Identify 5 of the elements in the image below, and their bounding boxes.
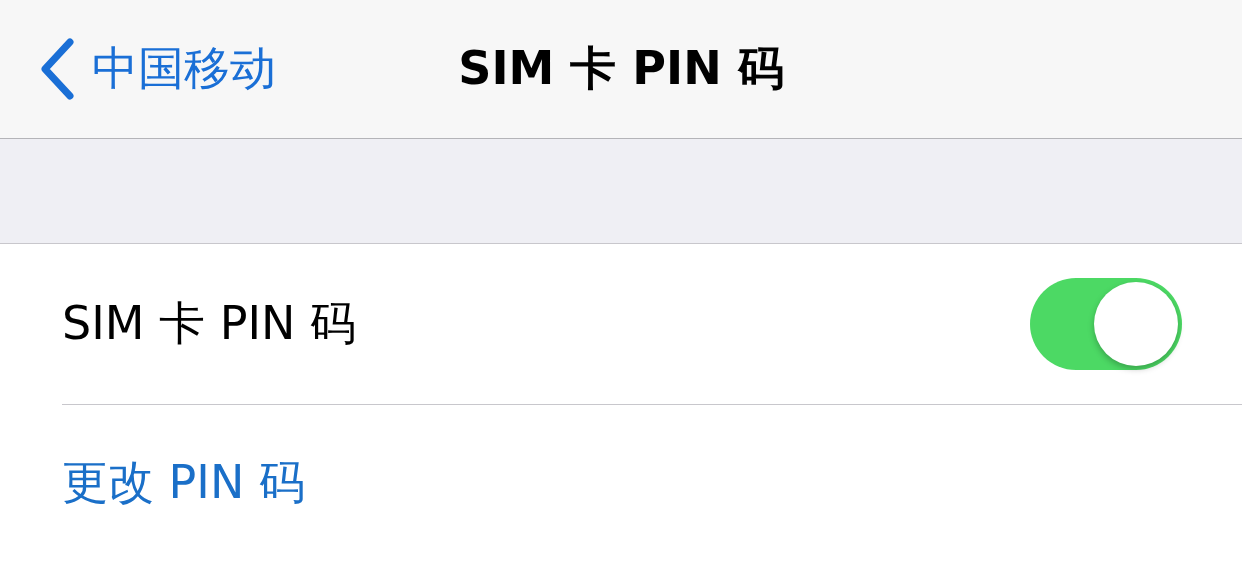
chevron-left-icon	[38, 38, 76, 100]
setting-label: SIM 卡 PIN 码	[62, 295, 357, 352]
nav-title: SIM 卡 PIN 码	[458, 40, 784, 97]
back-button[interactable]: 中国移动	[0, 38, 276, 100]
change-pin-link[interactable]: 更改 PIN 码	[62, 452, 305, 514]
